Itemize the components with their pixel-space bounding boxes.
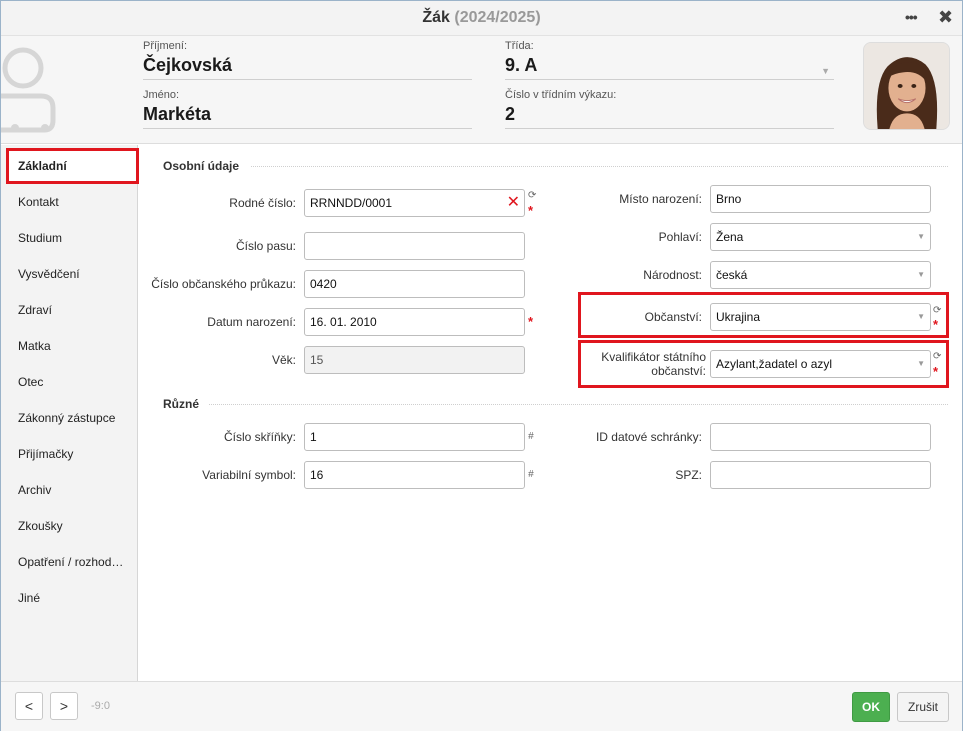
sidebar-nav: Základní Kontakt Studium Vysvědčení Zdra… [1,145,139,681]
required-asterisk-icon: * [933,317,939,332]
sidebar-item-opatreni[interactable]: Opatření / rozhod… [1,544,137,580]
birth-number-label: Rodné číslo: [229,196,296,210]
sidebar-item-archiv[interactable]: Archiv [1,472,137,508]
sidebar-item-prijimacky[interactable]: Přijímačky [1,436,137,472]
close-icon[interactable]: ✖ [938,7,953,28]
sidebar-item-zakonny-zastupce[interactable]: Zákonný zástupce [1,400,137,436]
refresh-icon[interactable]: ⟳ [528,190,536,201]
refresh-icon[interactable]: ⟳ [933,305,941,316]
citizenship-select[interactable]: Ukrajina ▼ [710,303,931,331]
chevron-down-icon[interactable]: ▼ [917,304,925,330]
age-label: Věk: [271,353,296,367]
surname-field: Příjmení: Čejkovská [143,40,472,80]
spz-label: SPZ: [675,468,702,482]
section-title-misc: Různé [163,397,199,411]
next-record-button[interactable]: > [50,692,78,720]
student-photo[interactable] [863,42,950,130]
sidebar-item-otec[interactable]: Otec [1,364,137,400]
birth-date-input[interactable]: 16. 01. 2010 [304,308,525,336]
user-placeholder-icon [1,47,56,133]
section-divider [251,166,948,167]
required-asterisk-icon: * [528,203,534,218]
databox-input[interactable] [710,423,931,451]
required-asterisk-icon: * [933,364,939,379]
surname-label: Příjmení: [143,40,188,52]
id-card-input[interactable]: 0420 [304,270,525,298]
nationality-value: česká [716,268,748,282]
sidebar-item-vysvedceni[interactable]: Vysvědčení [1,256,137,292]
name-value: Markéta [143,104,212,124]
title-bar: Žák (2024/2025) ••• ✖ [1,1,962,36]
chevron-down-icon[interactable]: ▼ [917,224,925,250]
databox-label: ID datové schránky: [595,430,702,444]
section-divider [209,404,948,405]
citizenship-qualifier-select[interactable]: Azylant,žadatel o azyl ▼ [710,350,931,378]
hash-icon: # [528,469,534,480]
sidebar-item-studium[interactable]: Studium [1,220,137,256]
locker-label: Číslo skříňky: [223,430,296,444]
id-card-label: Číslo občanského průkazu: [151,277,296,291]
class-number-value: 2 [505,104,516,124]
class-field[interactable]: Třída: 9. A ▼ [505,40,834,80]
dialog-footer: < > -9:0 OK Zrušit [1,681,962,731]
birth-date-label: Datum narození: [207,315,296,329]
citizenship-label: Občanství: [644,310,702,324]
dialog-title: Žák (2024/2025) [1,9,962,27]
ok-button[interactable]: OK [852,692,890,722]
citizenship-qualifier-value: Azylant,žadatel o azyl [716,357,833,371]
birth-number-input[interactable]: RRNNDD/0001 ✕ [304,189,525,217]
sidebar-item-kontakt[interactable]: Kontakt [1,184,137,220]
surname-value: Čejkovská [143,55,233,75]
class-number-label: Číslo v třídním výkazu: [505,89,617,101]
gender-select[interactable]: Žena ▼ [710,223,931,251]
chevron-down-icon[interactable]: ▼ [821,66,830,76]
nationality-select[interactable]: česká ▼ [710,261,931,289]
locker-input[interactable]: 1 [304,423,525,451]
chevron-down-icon[interactable]: ▼ [917,351,925,377]
student-header: Příjmení: Čejkovská Jméno: Markéta Třída… [1,36,962,144]
passport-label: Číslo pasu: [235,239,296,253]
birth-place-label: Místo narození: [619,192,702,206]
citizenship-qualifier-label-line1: Kvalifikátor státního [601,350,706,364]
title-year: (2024/2025) [454,9,541,26]
citizenship-qualifier-label: Kvalifikátor státního občanství: [559,350,706,378]
sidebar-item-zkousky[interactable]: Zkoušky [1,508,137,544]
section-title-personal: Osobní údaje [163,159,240,173]
title-text: Žák [422,9,450,26]
variable-symbol-input[interactable]: 16 [304,461,525,489]
sidebar-item-jine[interactable]: Jiné [1,580,137,616]
chevron-down-icon[interactable]: ▼ [917,262,925,288]
prev-record-button[interactable]: < [15,692,43,720]
class-label: Třída: [505,40,534,52]
gender-value: Žena [716,230,744,244]
citizenship-qualifier-label-line2: občanství: [651,364,706,378]
name-label: Jméno: [143,89,180,101]
clear-icon[interactable]: ✕ [507,190,520,216]
passport-input[interactable] [304,232,525,260]
birth-place-input[interactable]: Brno [710,185,931,213]
main-content: Osobní údaje Rodné číslo: RRNNDD/0001 ✕ … [139,145,962,681]
age-input: 15 [304,346,525,374]
spz-input[interactable] [710,461,931,489]
birth-number-value: RRNNDD/0001 [310,196,393,210]
nationality-label: Národnost: [643,268,702,282]
record-info: -9:0 [91,700,110,712]
student-dialog: Žák (2024/2025) ••• ✖ Příjmení: Čejkovsk… [0,0,963,731]
hash-icon: # [528,431,534,442]
cancel-button[interactable]: Zrušit [897,692,949,722]
sidebar-item-matka[interactable]: Matka [1,328,137,364]
more-options-icon[interactable]: ••• [905,9,918,25]
sidebar-item-zdravi[interactable]: Zdraví [1,292,137,328]
class-number-field: Číslo v třídním výkazu: 2 [505,89,834,129]
name-field: Jméno: Markéta [143,89,472,129]
variable-symbol-label: Variabilní symbol: [202,468,296,482]
citizenship-value: Ukrajina [716,310,761,324]
class-value: 9. A [505,55,538,75]
refresh-icon[interactable]: ⟳ [933,351,941,362]
sidebar-item-zakladni[interactable]: Základní [6,148,139,184]
required-asterisk-icon: * [528,314,534,329]
gender-label: Pohlaví: [658,230,702,244]
